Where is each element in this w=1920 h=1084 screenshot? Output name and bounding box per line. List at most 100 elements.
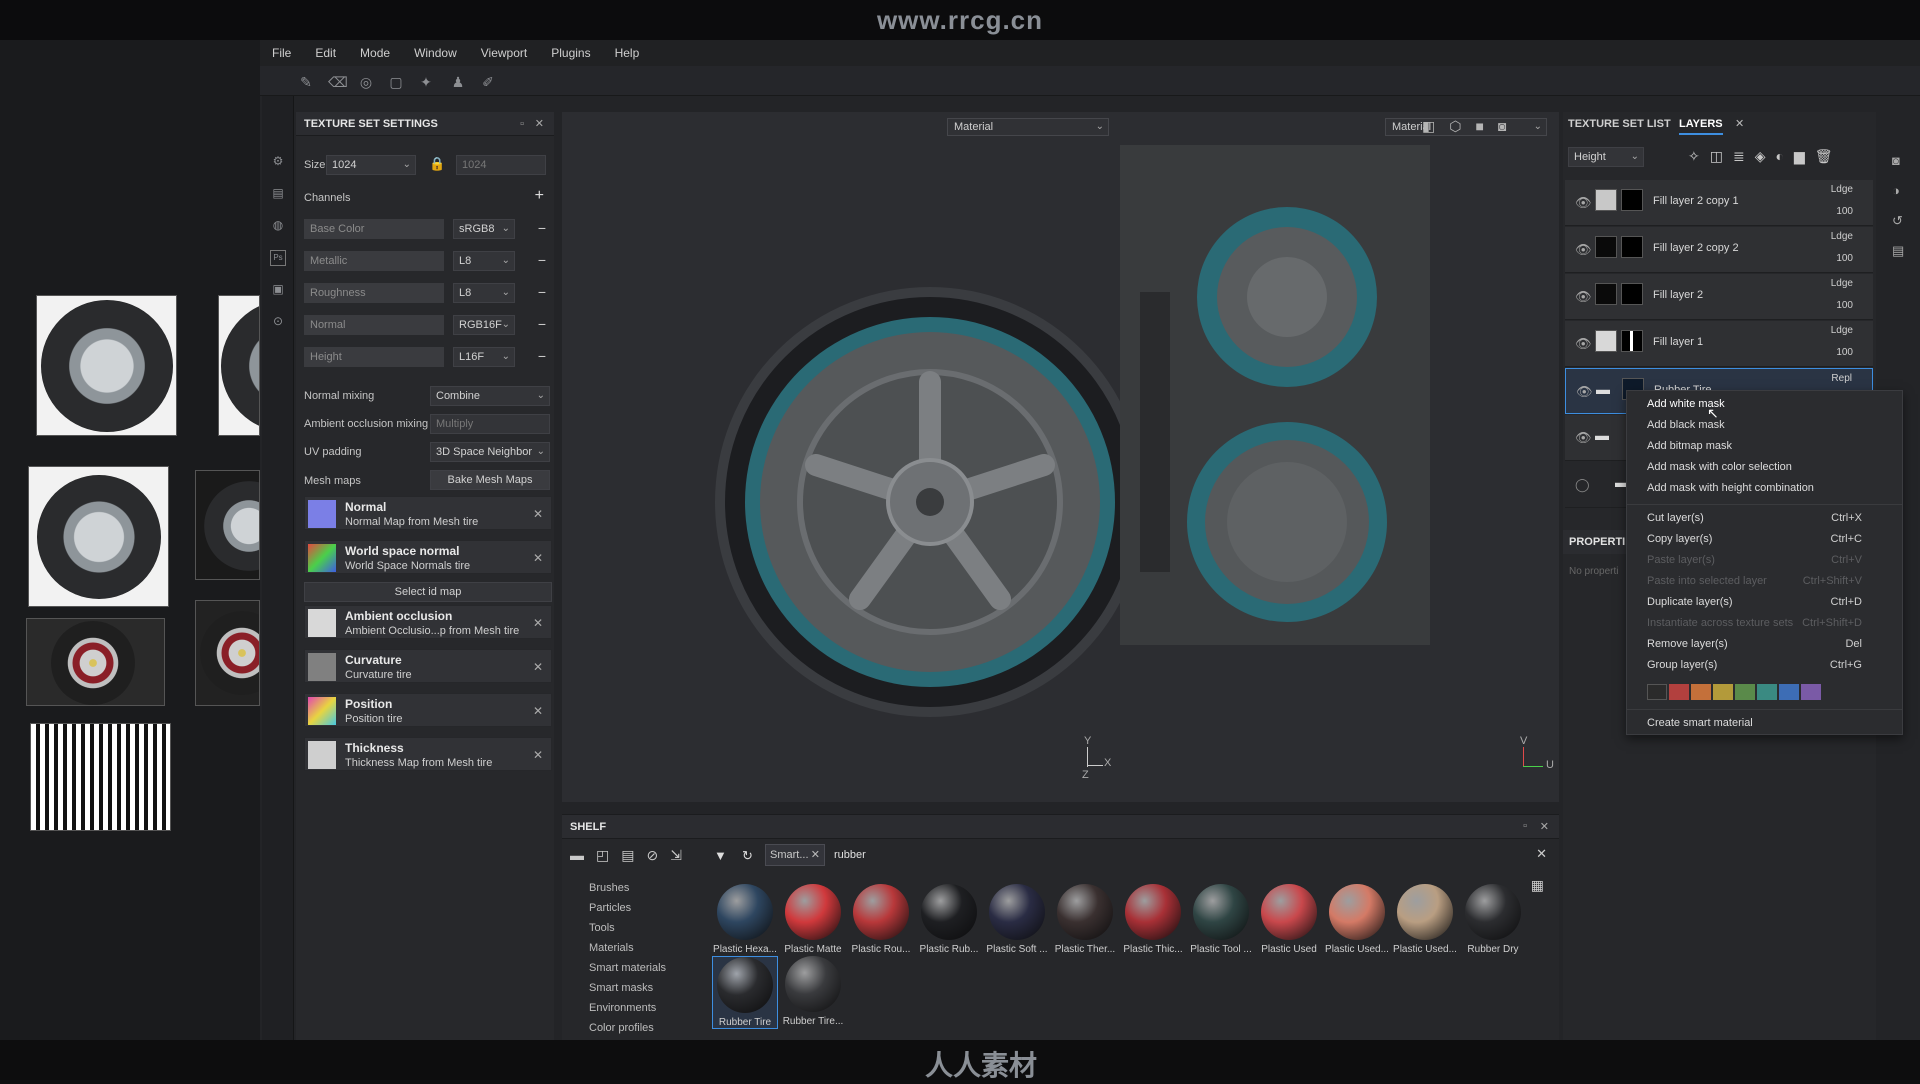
grid-view-icon[interactable]: ▦ <box>1531 877 1544 894</box>
normal-mixing-dropdown[interactable]: Combine ⌄ <box>430 386 550 406</box>
material-tile[interactable]: Plastic Rub... <box>916 884 982 955</box>
menu-window[interactable]: Window <box>402 46 469 60</box>
environment-icon[interactable]: ◑ <box>1892 183 1900 198</box>
material-tile[interactable]: Plastic Matte <box>780 884 846 955</box>
filter-chip[interactable]: Smart... ✕ <box>765 844 825 866</box>
close-icon[interactable]: ✕ <box>535 117 544 130</box>
remove-filter-icon[interactable]: ✕ <box>811 845 820 865</box>
add-channel-icon[interactable]: + <box>535 187 544 205</box>
select-id-map-button[interactable]: Select id map <box>304 582 552 602</box>
mesh-map-ambient-occlusion[interactable]: Ambient occlusion Ambient Occlusio...p f… <box>304 605 552 639</box>
menu-edit[interactable]: Edit <box>303 46 348 60</box>
color-swatch-red[interactable] <box>1669 684 1689 700</box>
visibility-eye-icon[interactable]: 👁 <box>1575 430 1592 446</box>
size-dropdown[interactable]: 1024 ⌄ <box>326 155 416 175</box>
menu-help[interactable]: Help <box>603 46 652 60</box>
color-swatch-green[interactable] <box>1735 684 1755 700</box>
material-tile[interactable]: Plastic Used <box>1256 884 1322 955</box>
color-swatch-blue[interactable] <box>1779 684 1799 700</box>
shelf-category-environments[interactable]: Environments <box>589 1002 656 1014</box>
material-tile[interactable]: Plastic Thic... <box>1120 884 1186 955</box>
shelf-category-smart-masks[interactable]: Smart masks <box>589 982 653 994</box>
bake-icon[interactable]: ▣ <box>270 282 286 298</box>
menu-item-copy-layers[interactable]: Copy layer(s) <box>1647 533 1712 545</box>
blend-mode[interactable]: Ldge <box>1831 231 1853 242</box>
remove-map-icon[interactable]: ✕ <box>533 748 543 762</box>
display-settings-icon[interactable]: ▤ <box>270 186 286 202</box>
tab-layers[interactable]: LAYERS <box>1679 118 1723 135</box>
opacity-value[interactable]: 100 <box>1836 347 1853 358</box>
layer-row[interactable]: 👁 Fill layer 2 copy 2 Ldge 100 <box>1565 227 1873 273</box>
shelf-search-input[interactable] <box>828 844 1528 866</box>
bake-mesh-maps-button[interactable]: Bake Mesh Maps <box>430 470 550 490</box>
camera-icon[interactable]: ■ <box>1475 118 1497 134</box>
remove-map-icon[interactable]: ✕ <box>533 616 543 630</box>
photoshop-icon[interactable]: Ps <box>270 250 286 266</box>
lock-icon[interactable]: 🔒 <box>429 156 445 172</box>
material-tile[interactable]: Plastic Tool ... <box>1188 884 1254 955</box>
uv-padding-dropdown[interactable]: 3D Space Neighbor ⌄ <box>430 442 550 462</box>
menu-plugins[interactable]: Plugins <box>539 46 602 60</box>
remove-channel-icon[interactable]: − <box>538 220 546 236</box>
split-view-icon[interactable]: ◧ <box>1422 118 1449 134</box>
material-tile[interactable]: Rubber Dry <box>1460 884 1526 955</box>
cube-view-icon[interactable]: ⬡ <box>1449 118 1475 134</box>
close-icon[interactable]: ✕ <box>1735 117 1744 130</box>
mesh-map-normal[interactable]: Normal Normal Map from Mesh tire ✕ <box>304 496 552 530</box>
opacity-value[interactable]: 100 <box>1836 300 1853 311</box>
mesh-map-position[interactable]: Position Position tire ✕ <box>304 693 552 727</box>
add-folder-icon[interactable]: ▆ <box>1794 148 1815 164</box>
mesh-map-thickness[interactable]: Thickness Thickness Map from Mesh tire ✕ <box>304 737 552 771</box>
import-icon[interactable]: ⇲ <box>670 847 694 863</box>
shader-icon[interactable]: ◍ <box>270 218 286 234</box>
add-mask-icon[interactable]: ◫ <box>1710 148 1733 164</box>
mesh-map-world-space-normal[interactable]: World space normal World Space Normals t… <box>304 540 552 574</box>
opacity-value[interactable]: 100 <box>1836 206 1853 217</box>
clone-stamp-icon[interactable]: ♟ <box>450 74 466 90</box>
paint-brush-icon[interactable]: ✎ <box>298 74 314 90</box>
opacity-value[interactable]: 100 <box>1836 253 1853 264</box>
tab-texture-set-list[interactable]: TEXTURE SET LIST <box>1568 118 1671 130</box>
material-tile[interactable]: Rubber Tire <box>712 956 778 1029</box>
remove-map-icon[interactable]: ✕ <box>533 507 543 521</box>
menu-viewport[interactable]: Viewport <box>469 46 539 60</box>
clear-search-icon[interactable]: ✕ <box>1536 846 1547 862</box>
projection-icon[interactable]: ◎ <box>358 74 374 90</box>
channel-format-dropdown[interactable]: L16F ⌄ <box>453 347 515 367</box>
color-picker-icon[interactable]: ✐ <box>480 74 496 90</box>
remove-channel-icon[interactable]: − <box>538 252 546 268</box>
blend-mode[interactable]: Ldge <box>1831 184 1853 195</box>
visibility-eye-icon[interactable]: 👁 <box>1575 289 1592 305</box>
menu-item-duplicate-layers[interactable]: Duplicate layer(s) <box>1647 596 1733 608</box>
menu-item-add-bitmap-mask[interactable]: Add bitmap mask <box>1647 440 1732 452</box>
layer-channel-dropdown[interactable]: Height ⌄ <box>1568 147 1644 167</box>
log-icon[interactable]: ▤ <box>1892 243 1904 259</box>
material-tile[interactable]: Plastic Soft ... <box>984 884 1050 955</box>
folder-icon[interactable]: ▬ <box>570 847 596 863</box>
mesh-map-curvature[interactable]: Curvature Curvature tire ✕ <box>304 649 552 683</box>
remove-channel-icon[interactable]: − <box>538 316 546 332</box>
viewport[interactable] <box>562 112 1559 802</box>
settings-gear-icon[interactable]: ⚙ <box>270 154 286 170</box>
shelf-category-brushes[interactable]: Brushes <box>589 882 629 894</box>
shelf-category-smart-materials[interactable]: Smart materials <box>589 962 666 974</box>
menu-item-add-mask-color-selection[interactable]: Add mask with color selection <box>1647 461 1792 473</box>
menu-file[interactable]: File <box>260 46 303 60</box>
add-effect-icon[interactable]: ✧ <box>1688 148 1710 164</box>
visibility-eye-icon[interactable]: 👁 <box>1576 384 1593 400</box>
layer-row[interactable]: 👁 Fill layer 1 Ldge 100 <box>1565 321 1873 367</box>
hide-icon[interactable]: ⊘ <box>646 847 670 863</box>
material-tile[interactable]: Plastic Ther... <box>1052 884 1118 955</box>
visibility-eye-icon[interactable]: 👁 <box>1575 336 1592 352</box>
remove-channel-icon[interactable]: − <box>538 284 546 300</box>
refresh-icon[interactable]: ↻ <box>742 848 753 864</box>
remove-map-icon[interactable]: ✕ <box>533 704 543 718</box>
new-resource-icon[interactable]: ◰ <box>596 847 621 863</box>
save-icon[interactable]: ▤ <box>621 847 646 863</box>
history-icon[interactable]: ⊙ <box>270 314 286 330</box>
polygon-fill-icon[interactable]: ▢ <box>388 74 404 90</box>
visibility-eye-icon[interactable]: 👁 <box>1575 195 1592 211</box>
add-layer-icon[interactable]: ≣ <box>1733 148 1755 164</box>
channel-format-dropdown[interactable]: L8 ⌄ <box>453 251 515 271</box>
channel-format-dropdown[interactable]: L8 ⌄ <box>453 283 515 303</box>
